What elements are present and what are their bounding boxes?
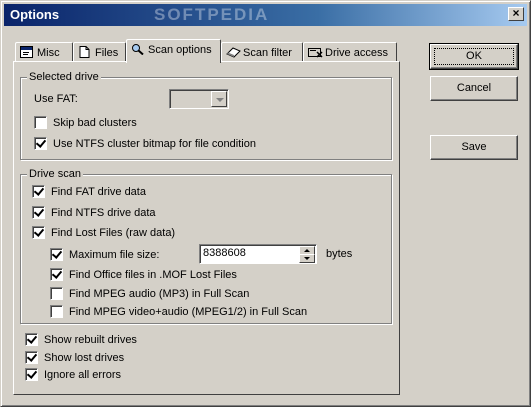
checkbox-box[interactable] [25, 368, 38, 381]
tab-scan-options-label: Scan options [148, 44, 212, 56]
group-title: Drive scan [27, 168, 83, 180]
find-lost-files-label: Find Lost Files (raw data) [51, 227, 176, 239]
save-button[interactable]: Save [430, 135, 518, 160]
find-mp3-checkbox[interactable]: Find MPEG audio (MP3) in Full Scan [50, 287, 249, 300]
max-file-size-label: Maximum file size: [69, 249, 160, 261]
spin-down-icon[interactable] [299, 254, 315, 263]
find-mp3-label: Find MPEG audio (MP3) in Full Scan [69, 288, 250, 300]
show-lost-drives-checkbox[interactable]: Show lost drives [25, 351, 124, 364]
tab-scan-options[interactable]: Scan options [126, 39, 221, 63]
checkbox-box[interactable] [32, 185, 45, 198]
tab-files-label: Files [95, 47, 119, 59]
tab-scan-filter-label: Scan filter [243, 47, 292, 59]
window-title: Options [10, 7, 60, 22]
checkbox-box[interactable] [50, 305, 63, 318]
find-mpeg-label: Find MPEG video+audio (MPEG1/2) in Full … [69, 306, 308, 318]
title-bar: Options SOFTPEDIA × [4, 4, 527, 26]
tab-misc[interactable]: Misc [15, 42, 73, 62]
tab-misc-label: Misc [37, 47, 60, 59]
find-office-label: Find Office files in .MOF Lost Files [69, 269, 237, 281]
find-ntfs-label: Find NTFS drive data [51, 207, 156, 219]
find-ntfs-checkbox[interactable]: Find NTFS drive data [32, 206, 156, 219]
find-office-checkbox[interactable]: Find Office files in .MOF Lost Files [50, 268, 237, 281]
use-ntfs-bitmap-checkbox[interactable]: Use NTFS cluster bitmap for file conditi… [34, 137, 256, 150]
ok-button[interactable]: OK [429, 43, 519, 70]
checkbox-box[interactable] [32, 226, 45, 239]
cancel-button[interactable]: Cancel [430, 76, 518, 101]
skip-bad-clusters-checkbox[interactable]: Skip bad clusters [34, 116, 137, 129]
selected-drive-group: Selected drive Use FAT: Skip bad cluster… [20, 71, 392, 160]
drive-access-icon [308, 46, 323, 58]
checkbox-box[interactable] [34, 137, 47, 150]
checkbox-box[interactable] [34, 116, 47, 129]
watermark: SOFTPEDIA [154, 5, 270, 24]
find-lost-files-checkbox[interactable]: Find Lost Files (raw data) [32, 226, 175, 239]
show-rebuilt-drives-label: Show rebuilt drives [44, 334, 137, 346]
drive-scan-group: Drive scan Find FAT drive data Find NTFS… [20, 168, 392, 324]
show-lost-drives-label: Show lost drives [44, 352, 125, 364]
max-file-size-value: 8388608 [203, 247, 246, 259]
find-mpeg-checkbox[interactable]: Find MPEG video+audio (MPEG1/2) in Full … [50, 305, 307, 318]
scan-options-panel: Selected drive Use FAT: Skip bad cluster… [13, 61, 400, 395]
max-file-size-checkbox[interactable]: Maximum file size: [50, 248, 159, 261]
group-title: Selected drive [27, 71, 101, 83]
tab-drive-access[interactable]: Drive access [303, 42, 397, 62]
misc-icon [20, 46, 33, 58]
checkbox-box[interactable] [50, 248, 63, 261]
checkbox-box[interactable] [25, 333, 38, 346]
find-fat-label: Find FAT drive data [51, 186, 146, 198]
file-icon [78, 46, 91, 58]
use-fat-label: Use FAT: [34, 93, 78, 105]
close-button[interactable]: × [508, 7, 524, 21]
ignore-all-errors-checkbox[interactable]: Ignore all errors [25, 368, 121, 381]
checkbox-box[interactable] [32, 206, 45, 219]
skip-bad-clusters-label: Skip bad clusters [53, 117, 137, 129]
options-dialog: Options SOFTPEDIA × Misc Files Scan opti… [0, 0, 531, 407]
checkbox-box[interactable] [25, 351, 38, 364]
max-file-size-input[interactable]: 8388608 [199, 244, 317, 264]
use-ntfs-bitmap-label: Use NTFS cluster bitmap for file conditi… [53, 138, 256, 150]
checkbox-box[interactable] [50, 268, 63, 281]
scan-icon [131, 43, 144, 56]
eraser-icon [226, 46, 241, 58]
tab-files[interactable]: Files [73, 42, 126, 62]
show-rebuilt-drives-checkbox[interactable]: Show rebuilt drives [25, 333, 137, 346]
tab-drive-access-label: Drive access [325, 47, 388, 59]
tab-scan-filter[interactable]: Scan filter [221, 42, 303, 62]
find-fat-checkbox[interactable]: Find FAT drive data [32, 185, 146, 198]
bytes-unit-label: bytes [326, 248, 353, 260]
use-fat-dropdown[interactable] [169, 89, 229, 109]
cancel-label: Cancel [456, 82, 492, 94]
focus-rect [434, 48, 514, 65]
chevron-down-icon[interactable] [211, 91, 227, 107]
checkbox-box[interactable] [50, 287, 63, 300]
ignore-all-errors-label: Ignore all errors [44, 369, 122, 381]
save-label: Save [461, 141, 487, 153]
